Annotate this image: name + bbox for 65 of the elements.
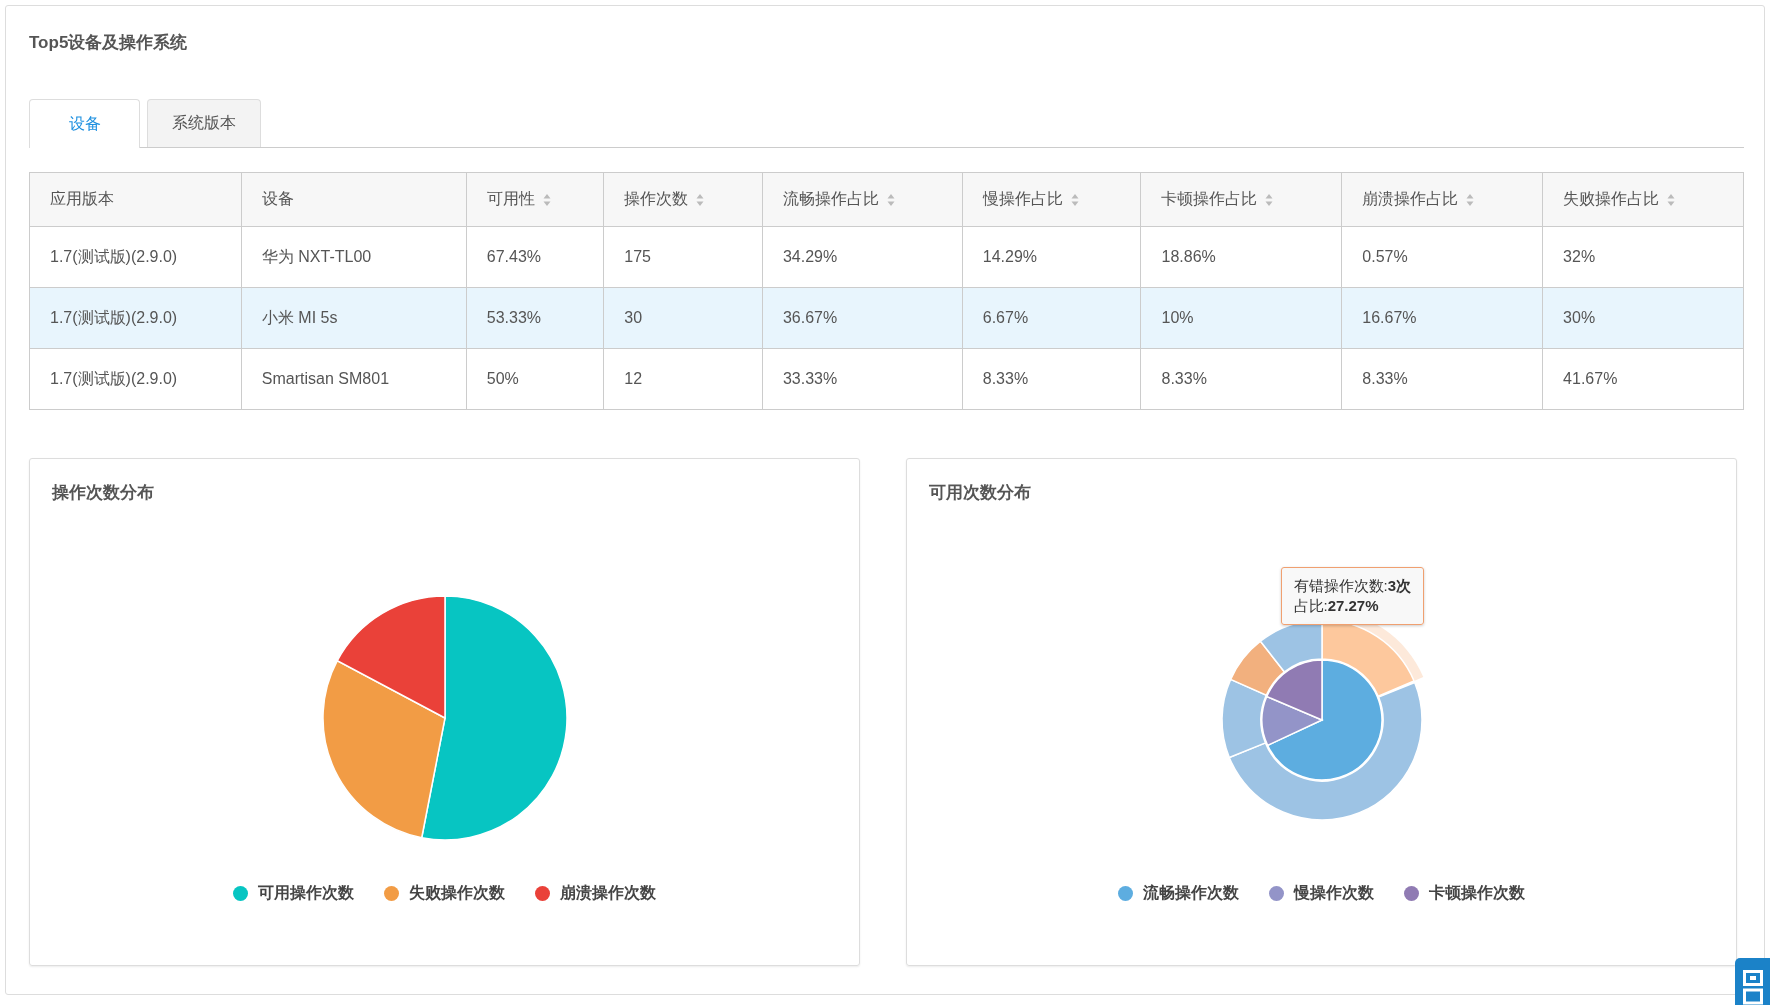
column-label: 崩溃操作占比 [1362,189,1459,209]
legend-label: 流畅操作次数 [1143,883,1239,903]
table-cell: 0.57% [1341,226,1543,288]
table-cell: 18.86% [1141,226,1342,288]
column-label: 应用版本 [50,189,114,209]
legend-label: 失败操作次数 [409,883,505,903]
sort-icon[interactable] [1265,192,1274,207]
column-label: 设备 [261,189,294,209]
table-cell: 67.43% [466,226,604,288]
sort-icon[interactable] [1667,192,1676,207]
chart-title: 操作次数分布 [52,482,155,504]
panel-title: Top5设备及操作系统 [29,32,189,54]
qr-code-icon [1742,970,1763,1005]
table-cell: 41.67% [1542,348,1744,410]
table-cell: 33.33% [762,348,963,410]
tab[interactable]: 系统版本 [147,99,261,147]
table-cell: 32% [1542,226,1744,288]
table-cell: 175 [603,226,763,288]
legend-label: 慢操作次数 [1294,883,1374,903]
table-cell: 36.67% [762,287,963,349]
table-cell: 34.29% [762,226,963,288]
column-header[interactable]: 可用性 [466,172,604,227]
chart-title: 可用次数分布 [929,482,1032,504]
sort-icon[interactable] [542,192,551,207]
sort-icon[interactable] [1466,192,1475,207]
column-header[interactable]: 慢操作占比 [962,172,1141,227]
sort-icon[interactable] [696,192,705,207]
table-cell: 1.7(测试版)(2.9.0) [29,287,242,349]
column-header[interactable]: 崩溃操作占比 [1341,172,1543,227]
table-cell: 8.33% [1341,348,1543,410]
table-cell: 1.7(测试版)(2.9.0) [29,348,242,410]
qr-code-button[interactable] [1735,958,1770,1005]
column-label: 操作次数 [624,189,689,209]
column-label: 可用性 [486,189,535,209]
column-label: 卡顿操作占比 [1161,189,1258,209]
table-cell: Smartisan SM801 [241,348,467,410]
tooltip-text: 占比:27.27% [1293,596,1380,616]
table-cell: 华为 NXT-TL00 [241,226,467,288]
column-label: 失败操作占比 [1563,189,1660,209]
table-cell: 8.33% [1141,348,1342,410]
legend-label: 卡顿操作次数 [1429,883,1525,903]
sort-icon[interactable] [886,192,895,207]
legend-label: 崩溃操作次数 [560,883,656,903]
table-cell: 53.33% [466,287,604,349]
legend-label: 可用操作次数 [258,883,354,903]
table-cell: 16.67% [1341,287,1543,349]
column-header[interactable]: 流畅操作占比 [762,172,963,227]
table-cell: 14.29% [962,226,1141,288]
column-label: 流畅操作占比 [782,189,879,209]
column-label: 慢操作占比 [982,189,1063,209]
table-cell: 12 [603,348,763,410]
tab[interactable]: 设备 [29,99,140,148]
column-header[interactable]: 失败操作占比 [1542,172,1744,227]
column-header[interactable]: 操作次数 [603,172,763,227]
table-cell: 1.7(测试版)(2.9.0) [29,226,242,288]
table-cell: 30% [1542,287,1744,349]
sort-icon[interactable] [1070,192,1079,207]
tooltip-text: 有错操作次数:3次 [1293,576,1411,596]
table-cell: 小米 MI 5s [241,287,467,349]
table-cell: 30 [603,287,763,349]
table-cell: 10% [1141,287,1342,349]
column-header[interactable]: 卡顿操作占比 [1141,172,1342,227]
table-cell: 8.33% [962,348,1141,410]
table-cell: 50% [466,348,604,410]
table-cell: 6.67% [962,287,1141,349]
